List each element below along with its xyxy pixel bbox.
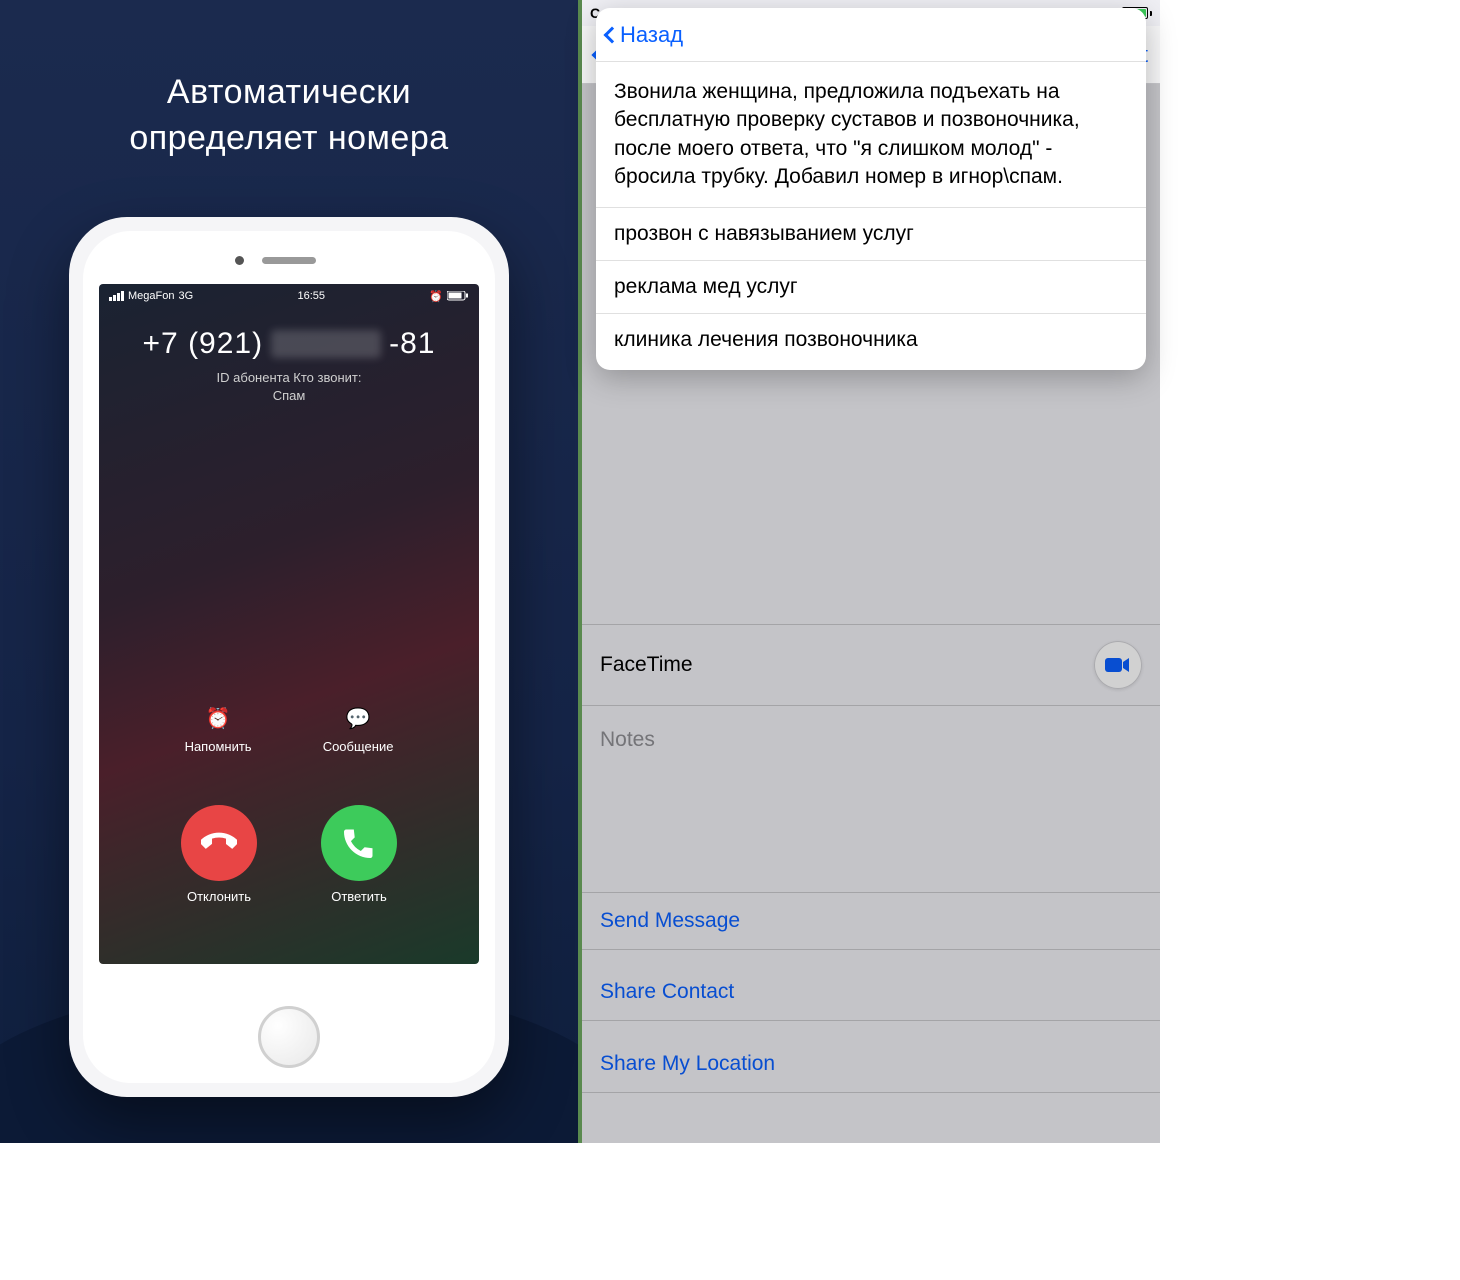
message-label: Сообщение <box>323 739 394 754</box>
review-main: Звонила женщина, предложила подъехать на… <box>596 62 1146 208</box>
inner-status-bar: MegaFon 3G 16:55 ⏰ <box>99 284 479 309</box>
caller-id-line2: Спам <box>273 388 306 403</box>
incoming-number: +7 (921) -81 <box>99 327 479 361</box>
caller-id-line1: ID абонента Кто звонит: <box>217 370 362 385</box>
contacts-screen: Carrier 8:23 PM Contacts Edit FaceTime N… <box>580 0 1160 1143</box>
decline-icon <box>181 805 257 881</box>
sheet-back-button[interactable]: Назад <box>596 8 1146 62</box>
promo-panel: Автоматически определяет номера MegaFon … <box>0 0 580 1143</box>
secondary-actions: ⏰ Напомнить 💬 Сообщение <box>99 706 479 754</box>
remind-button[interactable]: ⏰ Напомнить <box>185 706 252 754</box>
remind-label: Напомнить <box>185 739 252 754</box>
primary-actions: Отклонить Ответить <box>99 805 479 904</box>
reviews-sheet: Назад Звонила женщина, предложила подъех… <box>596 8 1146 370</box>
alarm-icon: ⏰ <box>429 290 443 303</box>
home-button[interactable] <box>258 1006 320 1068</box>
decline-label: Отклонить <box>187 889 251 904</box>
speaker-slot-icon <box>262 257 316 264</box>
number-prefix: +7 (921) <box>143 327 264 361</box>
phone-frame: MegaFon 3G 16:55 ⏰ +7 (921) -81 ID абоне… <box>69 217 509 1097</box>
blurred-number-icon <box>271 330 381 358</box>
chevron-left-icon <box>604 26 621 43</box>
answer-label: Ответить <box>331 889 387 904</box>
carrier-label: MegaFon <box>128 290 174 302</box>
message-bubble-icon: 💬 <box>346 706 371 731</box>
decline-button[interactable]: Отклонить <box>181 805 257 904</box>
phone-inner: MegaFon 3G 16:55 ⏰ +7 (921) -81 ID абоне… <box>83 231 495 1083</box>
inner-time: 16:55 <box>297 290 325 302</box>
network-label: 3G <box>178 290 193 302</box>
review-item: прозвон с навязыванием услуг <box>596 208 1146 261</box>
alarm-clock-icon: ⏰ <box>206 706 231 731</box>
review-item: клиника лечения позвоночника <box>596 314 1146 370</box>
sheet-back-label: Назад <box>620 22 683 48</box>
headline: Автоматически определяет номера <box>129 70 448 162</box>
camera-dot-icon <box>235 256 244 265</box>
answer-button[interactable]: Ответить <box>321 805 397 904</box>
message-button[interactable]: 💬 Сообщение <box>323 706 394 754</box>
signal-icon <box>109 291 124 301</box>
caller-id: ID абонента Кто звонит: Спам <box>99 369 479 405</box>
battery-icon <box>447 291 469 301</box>
review-item: реклама мед услуг <box>596 261 1146 314</box>
number-suffix: -81 <box>389 327 435 361</box>
call-screen: MegaFon 3G 16:55 ⏰ +7 (921) -81 ID абоне… <box>99 284 479 964</box>
headline-line2: определяет номера <box>129 119 448 157</box>
answer-icon <box>321 805 397 881</box>
headline-line1: Автоматически <box>167 73 411 111</box>
